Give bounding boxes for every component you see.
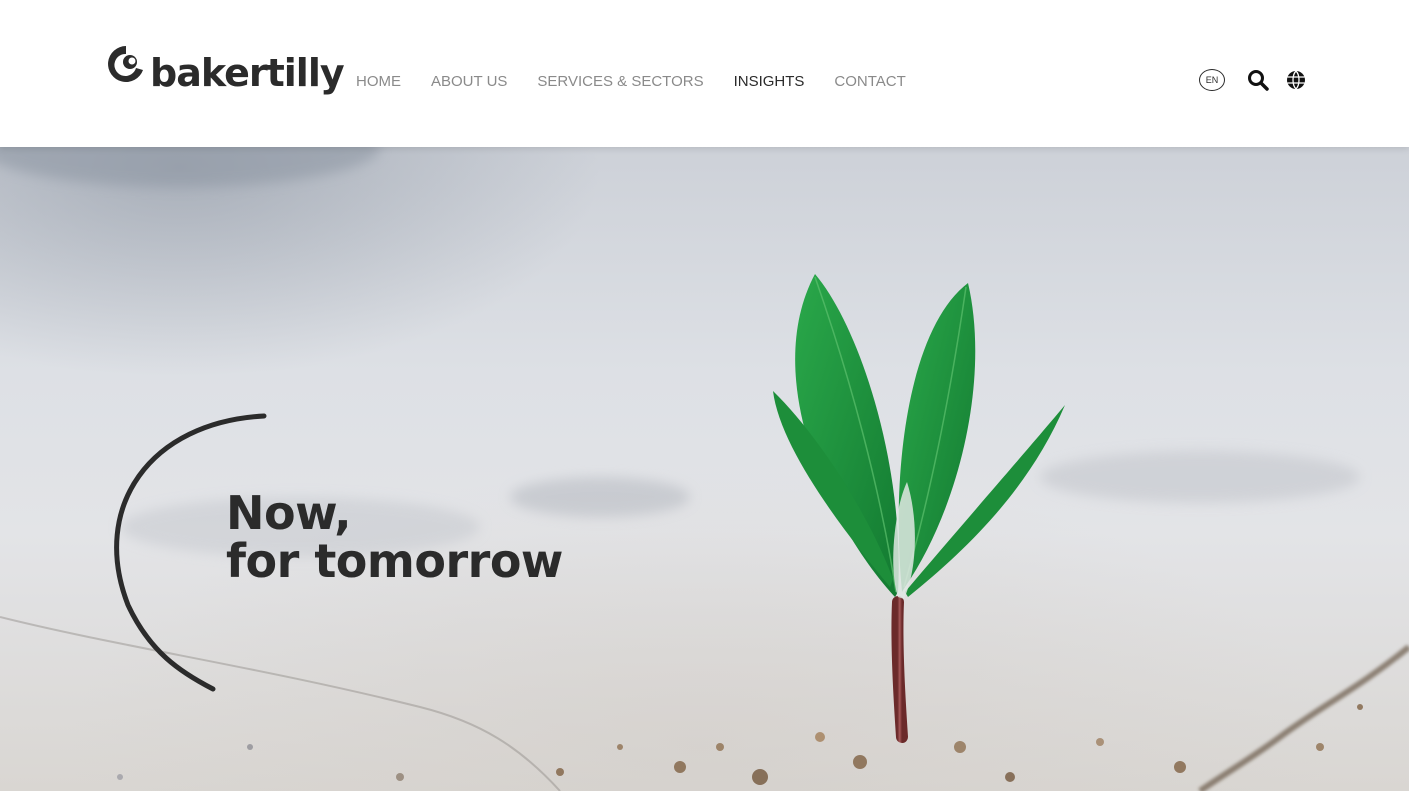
nav-contact[interactable]: CONTACT <box>834 72 905 92</box>
main-nav: HOME ABOUT US SERVICES & SECTORS INSIGHT… <box>356 72 936 92</box>
hero-headline-line1: Now, <box>226 486 352 540</box>
hero-headline: Now, for tomorrow <box>226 489 563 585</box>
utility-bar: EN <box>1199 69 1307 91</box>
nav-home[interactable]: HOME <box>356 72 401 92</box>
logo-wordmark: bakertilly <box>150 51 345 95</box>
language-selector[interactable]: EN <box>1199 69 1225 91</box>
nav-about-us[interactable]: ABOUT US <box>431 72 507 92</box>
nav-services-sectors[interactable]: SERVICES & SECTORS <box>537 72 703 92</box>
search-button[interactable] <box>1247 69 1269 91</box>
site-header: bakertilly HOME ABOUT US SERVICES & SECT… <box>0 0 1409 147</box>
search-icon <box>1248 70 1269 91</box>
hero-banner: Now, for tomorrow <box>0 147 1409 791</box>
hero-image <box>0 147 1409 791</box>
hero-headline-line2: for tomorrow <box>226 534 563 588</box>
bakertilly-logo[interactable]: bakertilly <box>106 44 345 92</box>
globe-button[interactable] <box>1285 69 1307 91</box>
nav-insights[interactable]: INSIGHTS <box>734 72 805 92</box>
globe-icon <box>1287 70 1305 90</box>
logo-mark-icon <box>108 46 143 82</box>
seedling-illustration <box>773 274 1065 743</box>
